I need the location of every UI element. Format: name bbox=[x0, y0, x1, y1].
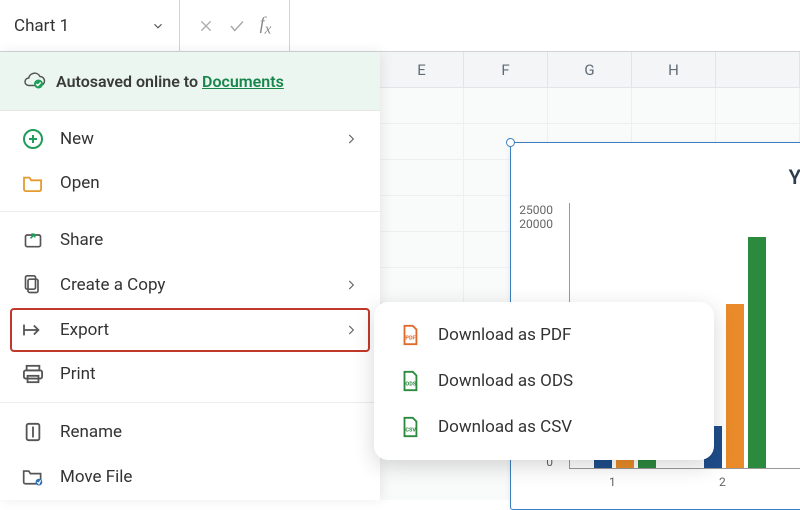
rename-icon bbox=[22, 421, 44, 443]
autosave-documents-link[interactable]: Documents bbox=[202, 72, 284, 91]
column-header[interactable]: H bbox=[632, 52, 716, 87]
cloud-check-icon bbox=[22, 70, 46, 92]
menu-item-open[interactable]: Open bbox=[0, 161, 380, 205]
copy-icon bbox=[22, 274, 44, 296]
y-tick: 25000 bbox=[519, 203, 559, 217]
file-menu: Autosaved online to Documents New Open S… bbox=[0, 52, 380, 500]
menu-item-new[interactable]: New bbox=[0, 117, 380, 161]
export-icon bbox=[22, 321, 44, 339]
chart-title: Ye bbox=[789, 165, 800, 189]
ods-file-icon: ODS bbox=[398, 371, 422, 391]
csv-file-icon: CSV bbox=[398, 417, 422, 437]
fx-icon[interactable]: fx bbox=[260, 13, 272, 39]
chevron-down-icon bbox=[151, 19, 165, 33]
autosave-label: Autosaved online to Documents bbox=[56, 72, 284, 91]
chevron-right-icon bbox=[344, 323, 358, 337]
menu-item-move[interactable]: Move File bbox=[0, 455, 380, 499]
resize-handle[interactable] bbox=[506, 138, 515, 147]
menu-item-label: Export bbox=[60, 320, 109, 340]
submenu-label: Download as PDF bbox=[438, 325, 571, 345]
share-icon bbox=[22, 230, 44, 250]
menu-item-label: Share bbox=[60, 230, 103, 250]
column-header[interactable] bbox=[716, 52, 800, 87]
name-box[interactable]: Chart 1 bbox=[0, 0, 180, 51]
formula-input[interactable] bbox=[290, 0, 800, 51]
cancel-icon[interactable] bbox=[198, 18, 214, 34]
menu-item-label: Open bbox=[60, 173, 100, 193]
menu-item-label: New bbox=[60, 129, 94, 149]
column-header[interactable]: E bbox=[380, 52, 464, 87]
submenu-label: Download as ODS bbox=[438, 371, 573, 391]
autosave-status: Autosaved online to Documents bbox=[0, 52, 380, 111]
svg-text:ODS: ODS bbox=[405, 382, 416, 388]
chart-bar bbox=[748, 237, 766, 468]
check-icon[interactable] bbox=[228, 17, 246, 35]
menu-item-print[interactable]: Print bbox=[0, 352, 380, 396]
x-tick: 2 bbox=[719, 475, 726, 489]
name-box-value: Chart 1 bbox=[14, 16, 69, 36]
menu-item-copy[interactable]: Create a Copy bbox=[0, 262, 380, 308]
menu-item-share[interactable]: Share bbox=[0, 218, 380, 262]
menu-item-rename[interactable]: Rename bbox=[0, 409, 380, 455]
plus-circle-icon bbox=[22, 129, 44, 149]
menu-item-label: Move File bbox=[60, 467, 132, 487]
menu-item-label: Print bbox=[60, 364, 96, 384]
export-submenu: PDF Download as PDF ODS Download as ODS … bbox=[374, 302, 714, 460]
submenu-label: Download as CSV bbox=[438, 417, 572, 437]
formula-bar-controls: fx bbox=[180, 0, 290, 51]
chevron-right-icon bbox=[344, 278, 358, 292]
column-header[interactable]: G bbox=[548, 52, 632, 87]
menu-item-label: Create a Copy bbox=[60, 275, 165, 295]
chart-bar bbox=[726, 304, 744, 468]
chevron-right-icon bbox=[344, 132, 358, 146]
column-header[interactable]: F bbox=[464, 52, 548, 87]
menu-item-label: Rename bbox=[60, 422, 122, 442]
export-pdf-item[interactable]: PDF Download as PDF bbox=[380, 312, 708, 358]
svg-text:CSV: CSV bbox=[405, 428, 416, 434]
export-csv-item[interactable]: CSV Download as CSV bbox=[380, 404, 708, 450]
y-tick: 20000 bbox=[519, 217, 559, 231]
folder-open-icon bbox=[22, 174, 44, 192]
pdf-file-icon: PDF bbox=[398, 325, 422, 345]
svg-text:PDF: PDF bbox=[405, 336, 415, 342]
menu-item-export[interactable]: Export bbox=[10, 308, 370, 352]
formula-bar-row: Chart 1 fx bbox=[0, 0, 800, 52]
folder-move-icon bbox=[22, 467, 44, 487]
export-ods-item[interactable]: ODS Download as ODS bbox=[380, 358, 708, 404]
printer-icon bbox=[22, 364, 44, 384]
column-headers: E F G H bbox=[380, 52, 800, 88]
x-tick: 1 bbox=[609, 475, 616, 489]
